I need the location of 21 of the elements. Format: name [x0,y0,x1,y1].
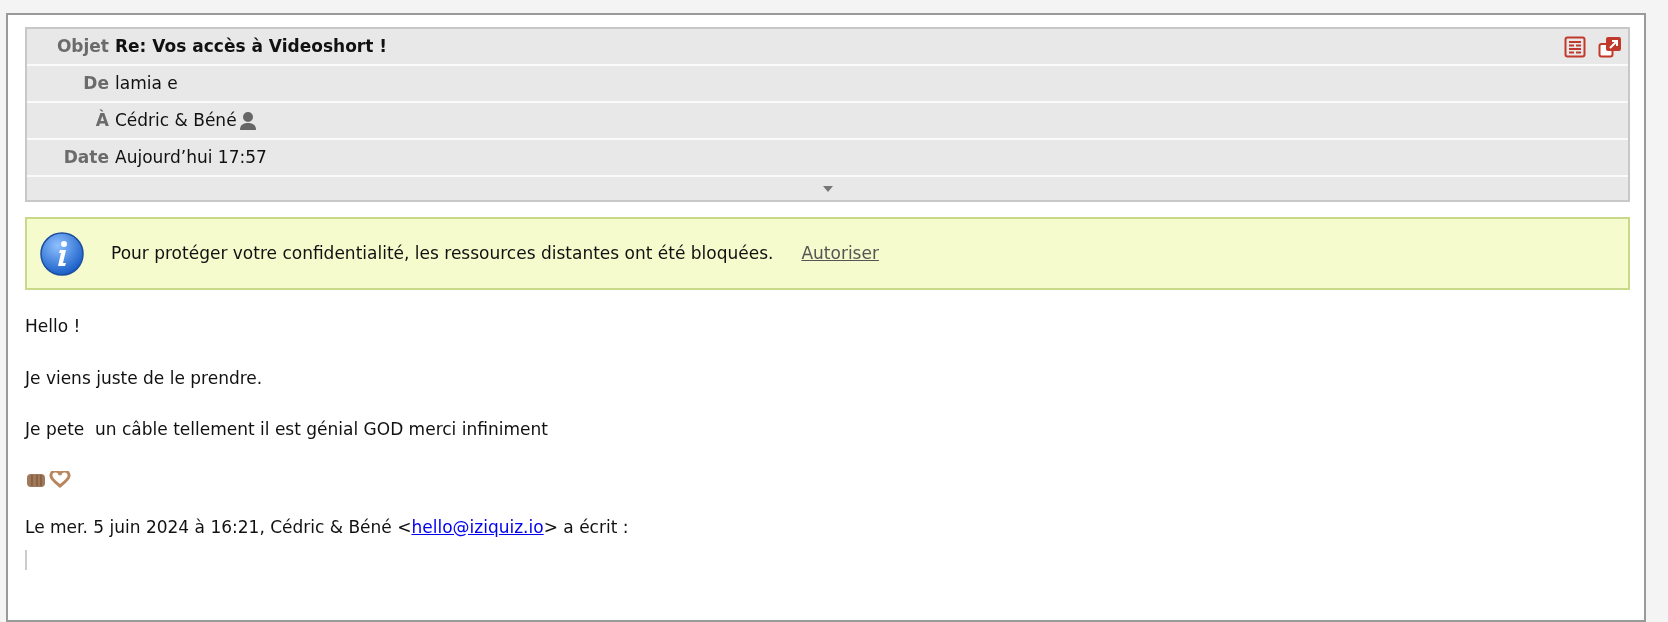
sender-text: lamia e [115,71,178,95]
heart-hands-icon [49,470,71,489]
field-label: À [94,108,110,132]
email-link[interactable]: hello@iziquiz.io [411,516,544,537]
subject-text: Re: Vos accès à Videoshort ! [115,34,387,58]
field-label: Objet [55,34,110,58]
quote-intro-text: Le mer. 5 juin 2024 à 16:21, Cédric & Béné <hello@iziquiz.io> a écrit : [25,515,630,539]
field-label: Date [62,145,110,169]
message-text: Je viens juste de le prendre. [25,366,264,390]
expand-icon[interactable] [821,184,834,193]
message-text: Je pete un câble tellement il est génial GOD merci infiniment [25,418,549,441]
date-text: Aujourd’hui 17:57 [115,145,267,169]
popout-icon[interactable] [1598,35,1622,58]
allow-link[interactable]: Autoriser [801,240,879,267]
recipient-text: Cédric & Béné [115,108,237,132]
list-icon[interactable] [1564,35,1586,58]
message-text: Hello ! [25,315,82,338]
person-icon[interactable] [238,110,257,131]
notice-text: Pour protéger votre confidentialité, les ressources distantes ont été bloquées. [111,241,774,265]
info-icon [39,230,85,277]
field-label: De [82,71,110,95]
